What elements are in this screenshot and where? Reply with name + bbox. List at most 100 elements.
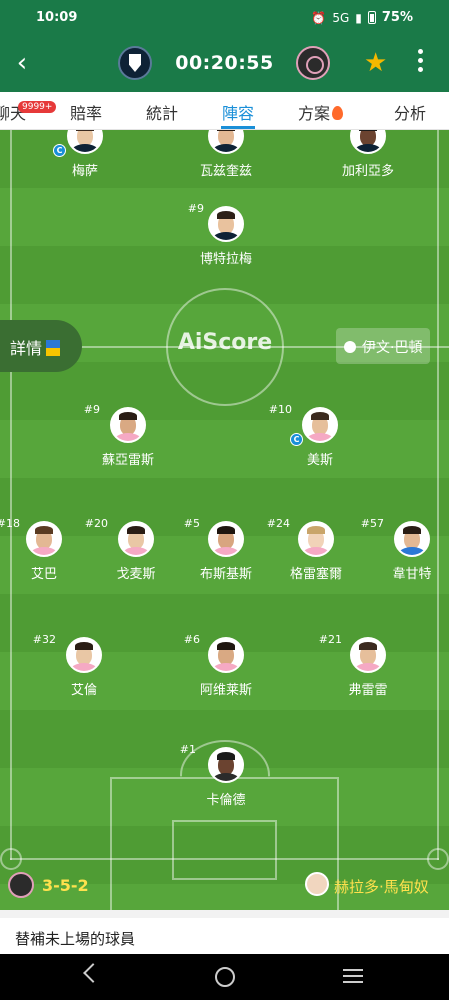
battery-percent: 75% bbox=[381, 10, 413, 25]
tab-label: 方案 bbox=[298, 104, 331, 123]
player-avatar bbox=[350, 637, 386, 673]
player-name: 布斯基斯 bbox=[199, 567, 252, 582]
player-card[interactable]: #20 戈麦斯 bbox=[85, 517, 186, 582]
player-avatar bbox=[208, 637, 244, 673]
fire-icon bbox=[332, 106, 344, 120]
captain-icon: C bbox=[290, 433, 303, 446]
coach-name[interactable]: 赫拉多·馬甸奴 bbox=[334, 876, 429, 897]
team-logo bbox=[8, 872, 34, 898]
player-avatar bbox=[208, 747, 244, 783]
player-name: 卡倫德 bbox=[206, 793, 246, 808]
details-label: 詳情 bbox=[10, 339, 43, 358]
player-card[interactable]: 加利亞多 bbox=[318, 130, 418, 179]
referee-tag: 伊文·巴頓 bbox=[336, 328, 430, 364]
player-number: #10 bbox=[268, 403, 292, 416]
player-number: #9 bbox=[187, 202, 204, 215]
player-avatar bbox=[302, 407, 338, 443]
signal-icon: ▮ bbox=[355, 10, 362, 25]
touch-line bbox=[10, 130, 12, 860]
lineup-pitch: AiScore 詳情 伊文·巴頓 C 梅萨 瓦兹奎兹 加利亞多 #9 博特拉梅 … bbox=[0, 130, 449, 910]
player-card[interactable]: #10 C 美斯 bbox=[269, 403, 370, 468]
player-card[interactable]: #6 阿维莱斯 bbox=[176, 633, 276, 698]
goal-line bbox=[10, 858, 439, 860]
match-header: ‹ 00:20:55 ★ bbox=[0, 36, 449, 92]
player-card[interactable]: #32 艾倫 bbox=[33, 633, 134, 698]
active-tab-indicator bbox=[221, 126, 255, 129]
nav-recents-icon[interactable] bbox=[343, 969, 363, 983]
player-card[interactable]: #24 格雷塞爾 bbox=[266, 517, 366, 582]
touch-line bbox=[437, 130, 439, 860]
player-avatar bbox=[394, 521, 430, 557]
player-number: #18 bbox=[0, 517, 20, 530]
player-name: 韋甘特 bbox=[392, 567, 432, 582]
tab-odds[interactable]: 賠率 bbox=[70, 100, 102, 124]
captain-icon: C bbox=[53, 144, 66, 157]
player-name: 瓦兹奎兹 bbox=[199, 164, 252, 179]
player-card[interactable]: #9 博特拉梅 bbox=[176, 202, 276, 267]
player-name: 加利亞多 bbox=[341, 164, 394, 179]
away-team-logo[interactable] bbox=[296, 46, 330, 80]
player-card[interactable]: #21 弗雷雷 bbox=[318, 633, 418, 698]
tab-chat[interactable]: 聊天 9999+ bbox=[0, 100, 57, 124]
nav-home-icon[interactable] bbox=[215, 967, 235, 987]
player-avatar bbox=[118, 521, 154, 557]
player-number: #1 bbox=[179, 743, 196, 756]
status-icons: ⏰ 5G ▮ 75% bbox=[311, 10, 413, 25]
player-name: 美斯 bbox=[306, 453, 333, 468]
player-card[interactable]: #1 卡倫德 bbox=[176, 743, 276, 808]
coach-avatar bbox=[305, 872, 329, 896]
player-name: 弗雷雷 bbox=[348, 683, 388, 698]
tab-bar: 聊天 9999+ 賠率 統計 陣容 方案 分析 bbox=[0, 92, 449, 130]
battery-icon bbox=[367, 11, 376, 24]
tab-stats[interactable]: 統計 bbox=[146, 100, 178, 124]
substitutes-header: 替補未上場的球員 bbox=[0, 918, 449, 954]
player-number: #5 bbox=[183, 517, 200, 530]
system-nav-bar bbox=[0, 954, 449, 1000]
player-number: #57 bbox=[360, 517, 384, 530]
formation-bar: 3-5-2 赫拉多·馬甸奴 bbox=[0, 862, 449, 910]
chat-count-badge: 9999+ bbox=[18, 101, 57, 113]
more-options-icon[interactable] bbox=[410, 49, 430, 79]
whistle-icon bbox=[344, 341, 356, 353]
network-label: 5G bbox=[332, 10, 350, 25]
tab-analysis[interactable]: 分析 bbox=[394, 100, 426, 124]
flag-icon bbox=[46, 340, 61, 356]
player-card[interactable]: #5 布斯基斯 bbox=[176, 517, 276, 582]
player-name: 艾巴 bbox=[30, 567, 57, 582]
player-name: 阿维莱斯 bbox=[199, 683, 252, 698]
alarm-icon: ⏰ bbox=[311, 10, 327, 25]
player-avatar bbox=[208, 206, 244, 242]
player-avatar bbox=[67, 130, 103, 154]
player-card[interactable]: #18 艾巴 bbox=[0, 517, 94, 582]
player-number: #32 bbox=[32, 633, 56, 646]
player-name: 戈麦斯 bbox=[116, 567, 156, 582]
player-avatar bbox=[298, 521, 334, 557]
player-avatar bbox=[350, 130, 386, 154]
player-number: #20 bbox=[84, 517, 108, 530]
tab-lineup[interactable]: 陣容 bbox=[222, 100, 254, 124]
referee-name: 伊文·巴頓 bbox=[362, 340, 423, 356]
status-bar: 10:09 ⏰ 5G ▮ 75% bbox=[0, 0, 449, 36]
status-time: 10:09 bbox=[36, 10, 78, 25]
player-name: 艾倫 bbox=[70, 683, 97, 698]
aiscore-watermark: AiScore bbox=[177, 330, 273, 355]
player-name: 博特拉梅 bbox=[199, 252, 252, 267]
favorite-star-icon[interactable]: ★ bbox=[364, 48, 387, 78]
player-card[interactable]: #9 蘇亞雷斯 bbox=[78, 403, 178, 468]
player-card[interactable]: 瓦兹奎兹 bbox=[176, 130, 276, 179]
player-avatar bbox=[110, 407, 146, 443]
player-avatar bbox=[208, 130, 244, 154]
player-number: #21 bbox=[318, 633, 342, 646]
nav-back-icon[interactable] bbox=[83, 963, 103, 983]
player-card[interactable]: C 梅萨 bbox=[35, 130, 135, 179]
player-avatar bbox=[208, 521, 244, 557]
tab-plans[interactable]: 方案 bbox=[298, 100, 344, 124]
player-number: #6 bbox=[183, 633, 200, 646]
player-number: #24 bbox=[266, 517, 290, 530]
formation-label: 3-5-2 bbox=[42, 876, 89, 895]
player-card[interactable]: #57 韋甘特 bbox=[361, 517, 449, 582]
player-number: #9 bbox=[83, 403, 100, 416]
details-button[interactable]: 詳情 bbox=[0, 320, 82, 372]
player-avatar bbox=[26, 521, 62, 557]
player-name: 格雷塞爾 bbox=[289, 567, 342, 582]
